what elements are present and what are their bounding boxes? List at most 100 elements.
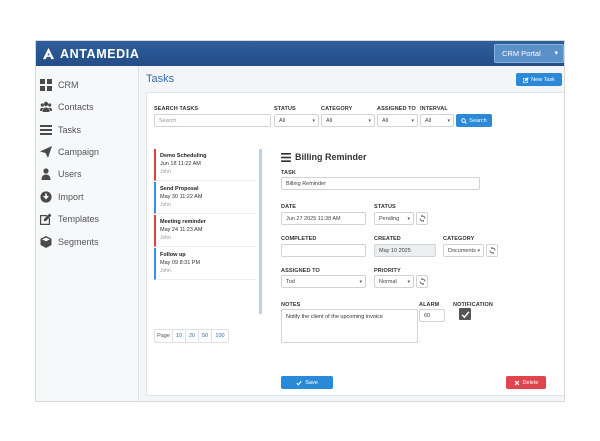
new-task-button[interactable]: New Task	[516, 73, 562, 86]
list-icon	[281, 152, 291, 162]
sidebar-item-contacts[interactable]: Contacts	[40, 99, 94, 115]
notification-checkbox[interactable]	[459, 308, 471, 320]
task-item-date: May 09 8:31 PM	[160, 260, 201, 266]
logo-mark-icon	[42, 47, 55, 60]
list-item[interactable]: Follow up May 09 8:31 PM John	[154, 248, 256, 280]
chevron-down-icon: ▾	[411, 118, 414, 124]
priority-select[interactable]: Normal ▾	[374, 275, 414, 288]
priority-label: PRIORITY	[374, 268, 401, 274]
search-button[interactable]: Search	[456, 114, 492, 127]
save-button-label: Save	[305, 379, 318, 386]
new-task-label: New Task	[531, 76, 555, 83]
task-list-scrollbar[interactable]	[259, 149, 262, 314]
interval-filter-select[interactable]: All ▾	[420, 114, 454, 127]
refresh-icon	[489, 247, 495, 254]
task-item-date: May 30 11:22 AM	[160, 194, 203, 200]
sidebar-item-crm[interactable]: CRM	[40, 77, 79, 93]
sidebar-item-label: Templates	[58, 214, 100, 224]
task-item-date: Jun 18 11:22 AM	[160, 161, 201, 167]
sidebar-item-label: Segments	[58, 237, 99, 247]
page-size-20[interactable]: 20	[186, 330, 199, 342]
page-size-50[interactable]: 50	[199, 330, 212, 342]
refresh-icon	[419, 215, 425, 222]
pager-label: Page	[155, 330, 173, 342]
assigned-value: Tod	[286, 278, 295, 285]
date-value: Jun 27 2025 11:38 AM	[286, 215, 341, 222]
task-list: Demo Scheduling Jun 18 11:22 AM John Sen…	[154, 149, 263, 314]
list-item[interactable]: Meeting reminder May 24 11:23 AM John	[154, 215, 256, 247]
chevron-down-icon: ▾	[477, 248, 480, 254]
page-title: Tasks	[146, 73, 175, 85]
category-filter-value: All	[326, 117, 333, 124]
list-icon	[40, 125, 52, 135]
search-button-label: Search	[469, 117, 487, 124]
task-item-title: Follow up	[160, 252, 186, 258]
completed-input[interactable]	[281, 244, 366, 257]
task-detail-title: Billing Reminder	[281, 152, 367, 162]
status-refresh-button[interactable]	[416, 212, 428, 225]
check-icon	[461, 310, 469, 318]
search-placeholder: Search	[159, 117, 177, 124]
save-button[interactable]: Save	[281, 376, 333, 389]
delete-button[interactable]: Delete	[506, 376, 546, 389]
notes-label: NOTES	[281, 302, 301, 308]
priority-refresh-button[interactable]	[416, 275, 428, 288]
cube-icon	[40, 236, 52, 248]
created-value: May 10 2025	[379, 247, 411, 254]
page-size-10[interactable]: 10	[173, 330, 186, 342]
chevron-down-icon: ▾	[368, 118, 371, 124]
category-select[interactable]: Documents ▾	[443, 244, 484, 257]
refresh-icon	[419, 278, 425, 285]
sidebar-item-label: Contacts	[58, 102, 94, 112]
status-select[interactable]: Pending ▾	[374, 212, 414, 225]
delete-button-label: Delete	[522, 379, 539, 386]
list-item[interactable]: Send Proposal May 30 11:22 AM John	[154, 182, 256, 214]
category-filter-select[interactable]: All ▾	[321, 114, 375, 127]
sidebar-item-campaign[interactable]: Campaign	[40, 144, 99, 160]
notes-textarea[interactable]: Notify the client of the upcoming invoic…	[281, 309, 418, 343]
page-size-100[interactable]: 100	[212, 330, 228, 342]
portal-select-value: CRM Portal	[502, 49, 541, 58]
search-input[interactable]: Search	[154, 114, 271, 127]
sidebar-item-import[interactable]: Import	[40, 189, 84, 205]
status-label: STATUS	[374, 204, 396, 210]
sidebar-item-label: Users	[58, 169, 82, 179]
top-bar: ANTAMEDIA CRM Portal ▾	[36, 41, 564, 66]
users-icon	[40, 101, 52, 112]
assigned-select[interactable]: Tod ▾	[281, 275, 366, 288]
close-icon	[514, 380, 519, 385]
portal-select[interactable]: CRM Portal ▾	[494, 44, 564, 63]
chevron-down-icon: ▾	[407, 216, 410, 222]
sidebar-item-users[interactable]: Users	[40, 166, 82, 182]
list-item[interactable]: Demo Scheduling Jun 18 11:22 AM John	[154, 149, 256, 181]
task-name-input[interactable]: Billing Reminder	[281, 177, 480, 190]
sidebar-item-label: CRM	[58, 80, 79, 90]
chevron-down-icon: ▾	[359, 279, 362, 285]
status-filter-label: STATUS	[274, 106, 296, 112]
chevron-down-icon: ▾	[407, 279, 410, 285]
brand-logo[interactable]: ANTAMEDIA	[42, 45, 139, 62]
sidebar-item-segments[interactable]: Segments	[40, 234, 99, 250]
assigned-label: ASSIGNED TO	[281, 268, 320, 274]
category-value: Documents	[448, 247, 476, 254]
category-refresh-button[interactable]	[486, 244, 498, 257]
alarm-value: 60	[424, 312, 431, 319]
task-detail-title-text: Billing Reminder	[295, 152, 367, 162]
date-input[interactable]: Jun 27 2025 11:38 AM	[281, 212, 366, 225]
sidebar-item-label: Campaign	[58, 147, 100, 157]
task-item-date: May 24 11:23 AM	[160, 227, 203, 233]
alarm-label: ALARM	[419, 302, 440, 308]
pager: Page 10 20 50 100	[154, 329, 229, 343]
chevron-down-icon: ▾	[554, 50, 558, 57]
status-filter-select[interactable]: All ▾	[274, 114, 319, 127]
sidebar-item-templates[interactable]: Templates	[40, 211, 99, 227]
sidebar-item-label: Import	[58, 192, 84, 202]
alarm-input[interactable]: 60	[419, 309, 445, 322]
sidebar-item-tasks[interactable]: Tasks	[40, 122, 81, 138]
user-icon	[41, 168, 51, 180]
created-label: CREATED	[374, 236, 401, 242]
assigned-filter-select[interactable]: All ▾	[377, 114, 418, 127]
interval-filter-value: All	[425, 117, 432, 124]
completed-label: COMPLETED	[281, 236, 317, 242]
assigned-filter-label: ASSIGNED TO	[377, 106, 416, 112]
